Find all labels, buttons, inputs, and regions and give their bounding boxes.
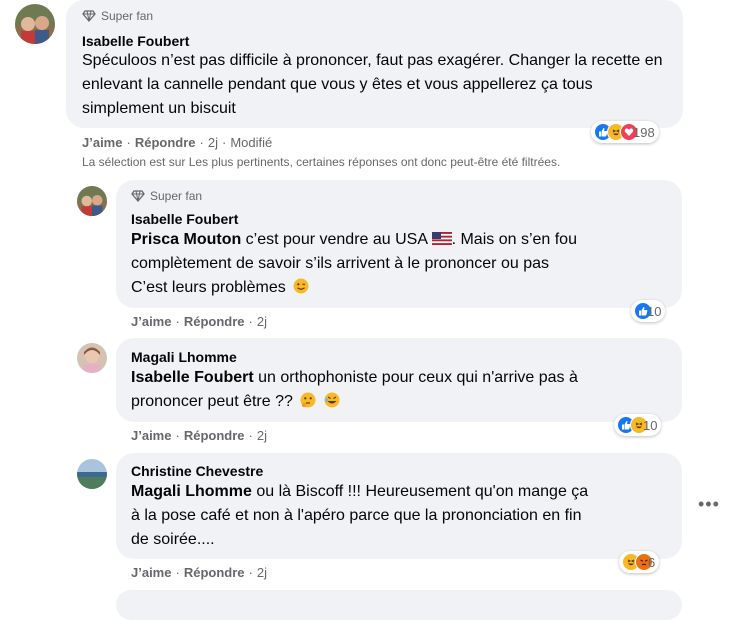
- reply-author[interactable]: Isabelle Foubert: [131, 211, 238, 227]
- reply-author[interactable]: Christine Chevestre: [131, 463, 263, 479]
- comment-actions: J’aime · Répondre · 2j · Modifié: [82, 135, 273, 150]
- diamond-icon: [82, 10, 96, 22]
- us-flag-icon: [431, 232, 452, 245]
- avatar-christine[interactable]: [77, 459, 107, 489]
- reply-text: Magali Lhomme ou là Biscoff !!! Heureuse…: [131, 483, 589, 548]
- edited-label: Modifié: [230, 135, 273, 150]
- comment-author[interactable]: Isabelle Foubert: [82, 33, 189, 49]
- avatar-photo-icon: [15, 4, 55, 44]
- reply-author[interactable]: Magali Lhomme: [131, 349, 237, 365]
- mention-link[interactable]: Isabelle Foubert: [131, 369, 254, 386]
- filter-notice: La sélection est sur Les plus pertinents…: [82, 155, 561, 169]
- reply-text: Isabelle Foubert un orthophoniste pour c…: [131, 369, 578, 410]
- more-options-icon[interactable]: •••: [698, 494, 720, 515]
- rofl-emoji-icon: [324, 392, 340, 408]
- avatar-photo-icon: [77, 459, 107, 489]
- mention-link[interactable]: Prisca Mouton: [131, 231, 241, 248]
- like-link[interactable]: J’aime: [131, 428, 171, 443]
- reply-actions: J’aime · Répondre · 2j: [131, 565, 267, 580]
- timestamp[interactable]: 2j: [208, 135, 218, 150]
- avatar-isabelle-reply[interactable]: [77, 186, 107, 216]
- reply-link[interactable]: Répondre: [184, 428, 245, 443]
- timestamp[interactable]: 2j: [257, 428, 267, 443]
- thinking-emoji-icon: [300, 392, 316, 408]
- super-fan-badge: Super fan: [82, 9, 153, 23]
- reaction-count: 10: [643, 417, 658, 433]
- badge-label: Super fan: [150, 189, 203, 203]
- diamond-icon: [131, 190, 145, 202]
- like-link[interactable]: J’aime: [131, 565, 171, 580]
- super-fan-badge: Super fan: [131, 189, 202, 203]
- reaction-count: 6: [648, 554, 656, 570]
- reply-link[interactable]: Répondre: [184, 565, 245, 580]
- reactions-summary[interactable]: 198: [591, 121, 659, 143]
- reply-text: Prisca Mouton c’est pour vendre au USA .…: [131, 231, 577, 296]
- reaction-count: 198: [633, 124, 655, 140]
- mention-link[interactable]: Magali Lhomme: [131, 483, 252, 500]
- reply-link[interactable]: Répondre: [184, 314, 245, 329]
- reply-actions: J’aime · Répondre · 2j: [131, 428, 267, 443]
- timestamp[interactable]: 2j: [257, 565, 267, 580]
- timestamp[interactable]: 2j: [257, 314, 267, 329]
- avatar-photo-icon: [77, 186, 107, 216]
- avatar-photo-icon: [77, 343, 107, 373]
- avatar-magali[interactable]: [77, 343, 107, 373]
- like-link[interactable]: J’aime: [131, 314, 171, 329]
- comment-text: Spéculoos n’est pas difficile à prononce…: [82, 52, 663, 117]
- like-link[interactable]: J’aime: [82, 135, 122, 150]
- reply-link[interactable]: Répondre: [135, 135, 196, 150]
- reactions-summary[interactable]: 10: [631, 300, 666, 322]
- reactions-summary[interactable]: 10: [614, 414, 662, 436]
- reply-actions: J’aime · Répondre · 2j: [131, 314, 267, 329]
- avatar-isabelle[interactable]: [15, 4, 55, 44]
- reaction-count: 10: [647, 303, 662, 319]
- reactions-summary[interactable]: 6: [619, 551, 660, 573]
- badge-label: Super fan: [101, 9, 154, 23]
- wink-emoji-icon: [293, 278, 309, 294]
